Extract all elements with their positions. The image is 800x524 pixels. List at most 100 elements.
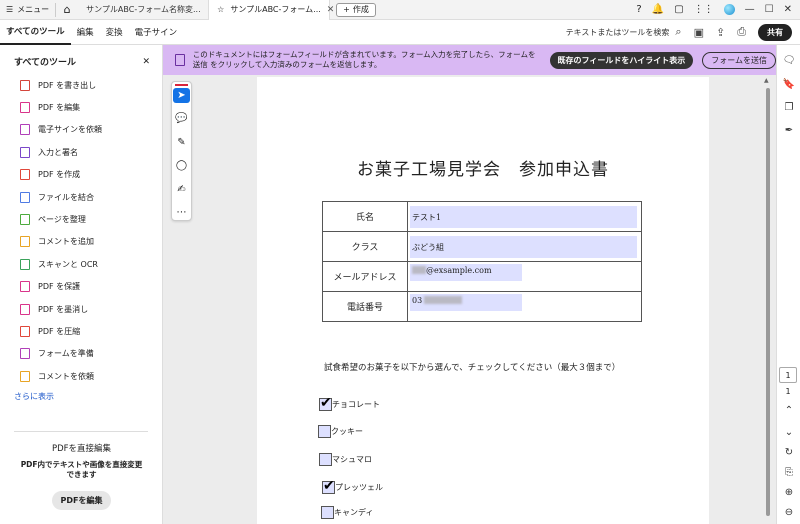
checkbox[interactable]: [318, 425, 331, 438]
tab-document-2[interactable]: ☆ サンプルABC-フォーム... ✕: [208, 0, 334, 20]
apps-grid-icon[interactable]: ⋮⋮: [694, 4, 714, 15]
fill-sign-icon[interactable]: ✒: [782, 123, 796, 137]
zoom-in-icon[interactable]: ⊕: [782, 485, 796, 499]
checkbox-marshmallow[interactable]: マシュマロ: [319, 453, 372, 466]
save-icon[interactable]: ▣: [694, 26, 704, 39]
tool-item[interactable]: 入力と署名: [0, 141, 162, 163]
checkbox[interactable]: [319, 453, 332, 466]
tool-item[interactable]: 電子サインを依頼: [0, 119, 162, 141]
sign-icon[interactable]: ✍: [173, 182, 190, 197]
tool-item[interactable]: PDF を墨消し: [0, 298, 162, 320]
scroll-up-icon[interactable]: ▲: [764, 77, 769, 84]
plus-icon: +: [343, 5, 350, 14]
tool-item[interactable]: コメントを依頼: [0, 365, 162, 387]
tool-item[interactable]: PDF を保護: [0, 276, 162, 298]
tab-convert[interactable]: 変換: [100, 20, 129, 45]
banner-text: このドキュメントにはフォームフィールドが含まれています。フォーム入力を完了したら…: [192, 49, 536, 69]
redacted-text: [424, 296, 463, 304]
tool-item[interactable]: ファイルを結合: [0, 186, 162, 208]
checkbox-candy[interactable]: キャンディ: [321, 506, 373, 519]
pen-icon[interactable]: ✎: [173, 135, 190, 150]
tools-panel: すべてのツール ✕ PDF を書き出し PDF を編集 電子サインを依頼 入力と署名 P…: [0, 45, 163, 524]
promo-description: PDF内でテキストや画像を直接変更できます: [20, 460, 143, 479]
bookmark-icon[interactable]: 🔖: [782, 77, 796, 91]
refresh-icon[interactable]: ↻: [782, 445, 796, 459]
scroll-down-page-icon[interactable]: ⌄: [782, 425, 796, 439]
tool-label: 電子サインを依頼: [38, 125, 102, 135]
print-icon[interactable]: ⎙: [737, 25, 746, 39]
search-tools[interactable]: テキストまたはツールを検索 ⌕: [566, 25, 682, 39]
upload-icon[interactable]: ⇪: [716, 26, 725, 39]
tool-item[interactable]: PDF を作成: [0, 164, 162, 186]
submit-form-button[interactable]: フォームを送信: [702, 51, 776, 69]
show-more-link[interactable]: さらに表示: [0, 391, 162, 402]
class-field[interactable]: ぶどう組: [410, 236, 637, 258]
tool-item[interactable]: ページを整理: [0, 208, 162, 230]
lasso-icon[interactable]: ◯: [173, 159, 190, 174]
bell-icon[interactable]: 🔔: [652, 4, 664, 15]
tool-item[interactable]: PDF を書き出し: [0, 74, 162, 96]
highlight-fields-button[interactable]: 既存のフィールドをハイライト表示: [549, 51, 694, 69]
checkbox[interactable]: [322, 478, 335, 494]
tool-label: PDF を墨消し: [38, 304, 89, 314]
tools-panel-header: すべてのツール ✕: [0, 45, 162, 74]
vertical-scrollbar[interactable]: [766, 88, 770, 516]
tab-all-tools[interactable]: すべてのツール: [0, 20, 71, 45]
scroll-up-page-icon[interactable]: ⌃: [782, 403, 796, 417]
minimize-icon[interactable]: —: [745, 4, 755, 15]
maximize-icon[interactable]: ☐: [765, 4, 774, 15]
checkbox[interactable]: [319, 395, 332, 411]
titlebar-actions: ? 🔔 ▢ ⋮⋮ — ☐ ✕: [636, 4, 800, 15]
field-value: @exsample.com: [426, 266, 492, 275]
phone-field[interactable]: 03: [410, 294, 522, 311]
edit-pdf-button[interactable]: PDFを編集: [51, 490, 112, 510]
tab-label: サンプルABC-フォーム...: [230, 5, 321, 14]
menu-button[interactable]: ☰ メニュー: [0, 0, 55, 20]
checkbox-cookie[interactable]: クッキー: [318, 425, 363, 438]
comment-icon[interactable]: 💬: [173, 112, 190, 127]
tool-item[interactable]: コメントを追加: [0, 231, 162, 253]
comments-panel-icon[interactable]: 🗨: [782, 53, 796, 67]
messages-icon[interactable]: ▢: [674, 4, 683, 15]
home-icon[interactable]: ⌂: [56, 0, 78, 20]
tab-esign[interactable]: 電子サイン: [129, 20, 184, 45]
help-icon[interactable]: ?: [636, 4, 641, 15]
field-cell: 03: [407, 291, 642, 322]
field-label: 電話番号: [322, 291, 408, 322]
page-number-input[interactable]: 1: [779, 367, 797, 383]
name-field[interactable]: テスト1: [410, 206, 637, 228]
copy-icon[interactable]: ⎘: [782, 465, 796, 479]
checkbox[interactable]: [321, 506, 334, 519]
tool-icon: [20, 370, 30, 382]
checkbox-instruction: 試食希望のお菓子を以下から選んで、チェックしてください（最大３個まで）: [324, 363, 621, 373]
new-tab-button[interactable]: + 作成: [336, 2, 376, 17]
tool-item[interactable]: PDF を圧縮: [0, 320, 162, 342]
tool-icon: [20, 348, 30, 360]
close-panel-icon[interactable]: ✕: [142, 57, 150, 67]
zoom-out-icon[interactable]: ⊖: [782, 505, 796, 519]
avatar[interactable]: [723, 4, 735, 15]
star-icon[interactable]: ☆: [217, 5, 224, 14]
email-field[interactable]: @exsample.com: [410, 264, 522, 281]
document-viewport[interactable]: お菓子工場見学会 参加申込書 氏名 テスト1 クラス ぶどう組 メールアドレス …: [163, 75, 776, 524]
tab-edit[interactable]: 編集: [71, 20, 100, 45]
tool-item[interactable]: PDF を編集: [0, 96, 162, 118]
cursor-icon[interactable]: ➤: [173, 88, 190, 103]
checkbox-chocolate[interactable]: チョコレート: [319, 395, 380, 411]
tool-icon: [20, 191, 30, 203]
share-button[interactable]: 共有: [758, 23, 792, 41]
more-icon[interactable]: ⋯: [173, 206, 190, 221]
form-notice-banner: このドキュメントにはフォームフィールドが含まれています。フォーム入力を完了したら…: [163, 45, 776, 75]
tool-label: PDF を保護: [38, 282, 81, 292]
tab-document-1[interactable]: サンプルABC-フォーム名称変...: [78, 0, 208, 20]
close-window-icon[interactable]: ✕: [784, 4, 792, 15]
close-tab-icon[interactable]: ✕: [327, 5, 335, 15]
tool-icon: [20, 258, 30, 270]
tool-item[interactable]: フォームを準備: [0, 343, 162, 365]
checkbox-pretzel[interactable]: プレッツェル: [322, 478, 383, 494]
pages-icon[interactable]: ❐: [782, 100, 796, 114]
tab-label: サンプルABC-フォーム名称変...: [86, 5, 201, 14]
page-total: 1: [785, 387, 791, 396]
tool-item[interactable]: スキャンと OCR: [0, 253, 162, 275]
tool-icon: [20, 214, 30, 226]
